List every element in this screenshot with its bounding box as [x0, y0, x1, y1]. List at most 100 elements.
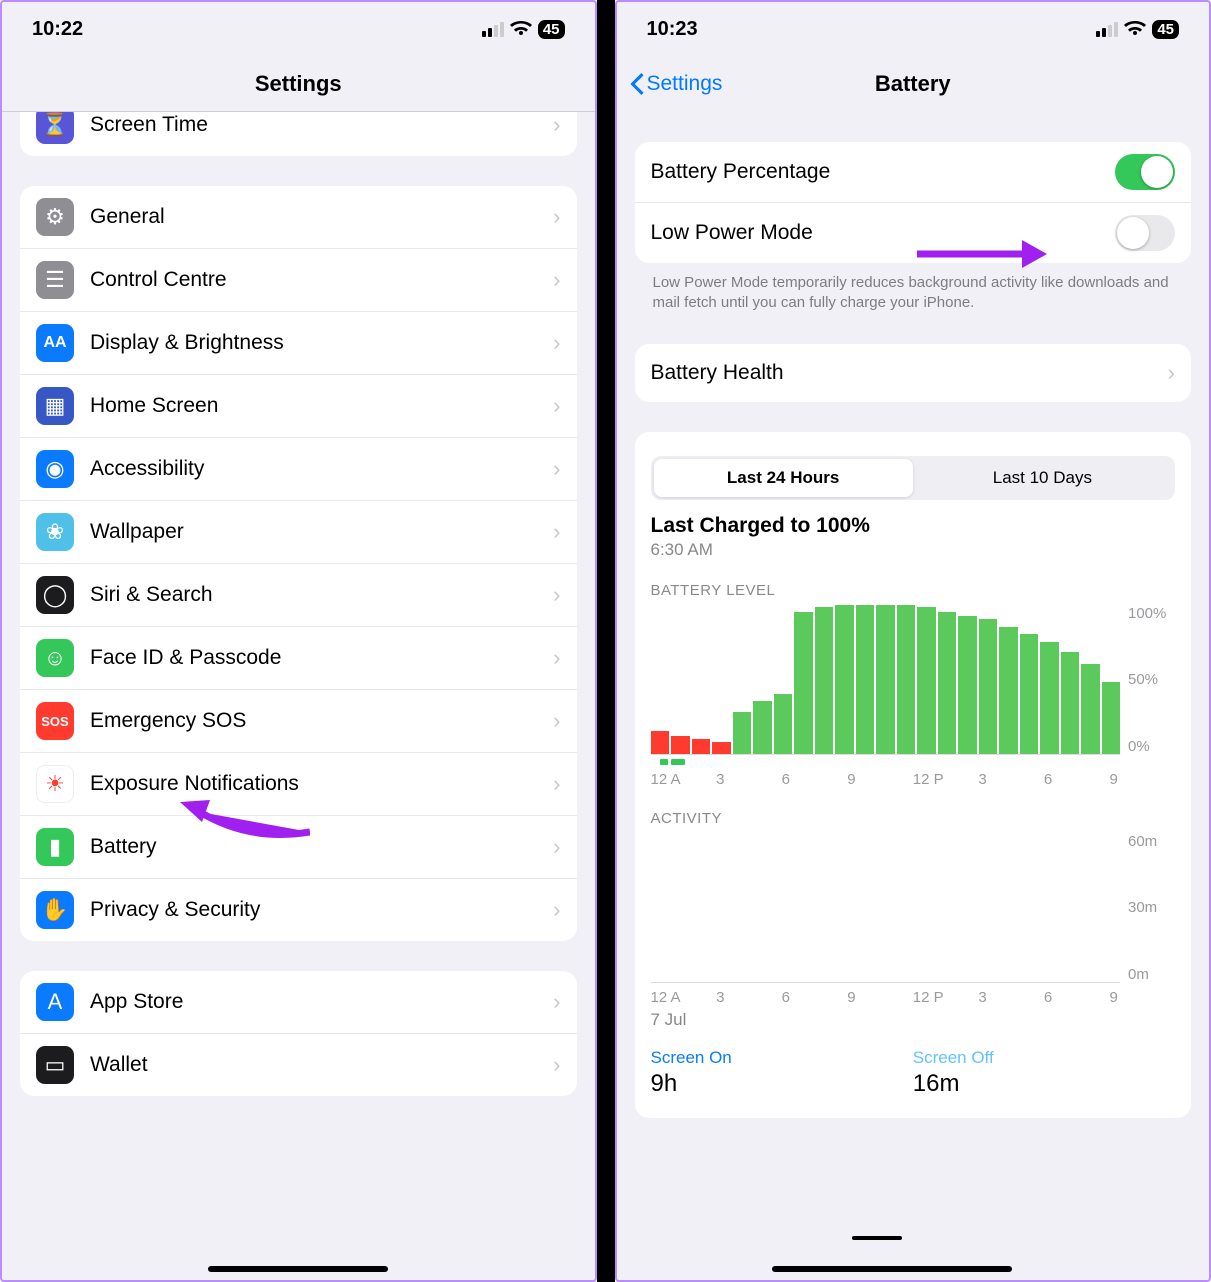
- low-power-footer: Low Power Mode temporarily reduces backg…: [635, 263, 1192, 314]
- charging-indicator-strip: [651, 759, 1176, 765]
- settings-label: Exposure Notifications: [90, 772, 553, 796]
- settings-label: General: [90, 205, 553, 229]
- settings-label: Wallet: [90, 1053, 553, 1077]
- usage-card: Last 24 Hours Last 10 Days Last Charged …: [635, 432, 1192, 1118]
- chevron-right-icon: ›: [553, 456, 560, 482]
- redaction-bar: [772, 1266, 1012, 1272]
- settings-item-home-screen[interactable]: ▦ Home Screen ›: [20, 375, 577, 438]
- chevron-right-icon: ›: [553, 897, 560, 923]
- settings-group-main: ⚙︎ General › ☰ Control Centre › AA Displ…: [20, 186, 577, 941]
- battery-icon: 45: [1152, 20, 1179, 39]
- settings-label: Accessibility: [90, 457, 553, 481]
- chevron-right-icon: ›: [553, 204, 560, 230]
- page-title: Settings: [255, 71, 342, 97]
- screen-off-label: Screen Off: [913, 1048, 1175, 1068]
- chevron-right-icon: ›: [553, 112, 560, 138]
- settings-label: Home Screen: [90, 394, 553, 418]
- screen-totals: Screen On 9h Screen Off 16m: [651, 1048, 1176, 1098]
- chevron-right-icon: ›: [553, 989, 560, 1015]
- time-range-segment: Last 24 Hours Last 10 Days: [651, 456, 1176, 500]
- screen-off-value: 16m: [913, 1070, 1175, 1098]
- low-power-mode-row: Low Power Mode: [635, 203, 1192, 263]
- segment-last-10d[interactable]: Last 10 Days: [913, 459, 1172, 497]
- battery-level-chart: 100%50%0%: [651, 605, 1176, 755]
- settings-item-general[interactable]: ⚙︎ General ›: [20, 186, 577, 249]
- settings-group-partial: ⏳ Screen Time ›: [20, 112, 577, 156]
- hourglass-icon: ⏳: [36, 112, 74, 144]
- aa-icon: AA: [36, 324, 74, 362]
- redaction-bar: [852, 1236, 902, 1240]
- settings-group-store: A App Store › ▭ Wallet ›: [20, 971, 577, 1096]
- settings-label: Emergency SOS: [90, 709, 553, 733]
- sos-icon: SOS: [36, 702, 74, 740]
- chevron-right-icon: ›: [553, 645, 560, 671]
- chevron-right-icon: ›: [553, 834, 560, 860]
- low-power-switch[interactable]: [1115, 215, 1175, 251]
- date-line: 7 Jul: [651, 1010, 1176, 1030]
- settings-item-face-id-passcode[interactable]: ☺︎ Face ID & Passcode ›: [20, 627, 577, 690]
- screenshot-settings-list: 10:22 45 Settings ⏳ Screen Time › ⚙︎ Gen…: [0, 0, 597, 1282]
- wallet-icon: ▭: [36, 1046, 74, 1084]
- settings-label: Siri & Search: [90, 583, 553, 607]
- chevron-right-icon: ›: [553, 519, 560, 545]
- battery-percentage-row: Battery Percentage: [635, 142, 1192, 203]
- back-label: Settings: [647, 72, 723, 96]
- last-charged-time: 6:30 AM: [651, 540, 1176, 560]
- gear-icon: ⚙︎: [36, 198, 74, 236]
- wifi-icon: [510, 21, 532, 37]
- battery-icon: ▮: [36, 828, 74, 866]
- chevron-right-icon: ›: [553, 393, 560, 419]
- settings-item-control-centre[interactable]: ☰ Control Centre ›: [20, 249, 577, 312]
- chevron-right-icon: ›: [553, 1052, 560, 1078]
- settings-item-app-store[interactable]: A App Store ›: [20, 971, 577, 1034]
- battery-health-row[interactable]: Battery Health ›: [635, 344, 1192, 402]
- settings-label: App Store: [90, 990, 553, 1014]
- battery-level-heading: BATTERY LEVEL: [651, 582, 1176, 599]
- chevron-right-icon: ›: [553, 708, 560, 734]
- screenshot-battery-detail: 10:23 45 Settings Battery Battery Percen…: [615, 0, 1211, 1282]
- exposure-icon: ☀︎: [36, 765, 74, 803]
- home-indicator: [208, 1266, 388, 1272]
- battery-percentage-switch[interactable]: [1115, 154, 1175, 190]
- activity-heading: ACTIVITY: [651, 810, 1176, 827]
- chevron-right-icon: ›: [553, 771, 560, 797]
- chevron-left-icon: [629, 73, 645, 95]
- settings-item-screen-time[interactable]: ⏳ Screen Time ›: [20, 112, 577, 156]
- settings-item-accessibility[interactable]: ◉ Accessibility ›: [20, 438, 577, 501]
- settings-label: Control Centre: [90, 268, 553, 292]
- face-icon: ☺︎: [36, 639, 74, 677]
- status-icons: 45: [1096, 20, 1179, 39]
- chevron-right-icon: ›: [1168, 360, 1175, 386]
- wifi-icon: [1124, 21, 1146, 37]
- settings-item-wallet[interactable]: ▭ Wallet ›: [20, 1034, 577, 1096]
- flower-icon: ❀: [36, 513, 74, 551]
- cellular-icon: [482, 22, 504, 37]
- cellular-icon: [1096, 22, 1118, 37]
- settings-label: Battery: [90, 835, 553, 859]
- person-icon: ◉: [36, 450, 74, 488]
- settings-label: Display & Brightness: [90, 331, 553, 355]
- segment-last-24h[interactable]: Last 24 Hours: [654, 459, 913, 497]
- hand-icon: ✋: [36, 891, 74, 929]
- battery-icon: 45: [538, 20, 565, 39]
- settings-item-wallpaper[interactable]: ❀ Wallpaper ›: [20, 501, 577, 564]
- settings-item-emergency-sos[interactable]: SOS Emergency SOS ›: [20, 690, 577, 753]
- screen-on-label: Screen On: [651, 1048, 913, 1068]
- screen-on-value: 9h: [651, 1070, 913, 1098]
- settings-item-siri-search[interactable]: ◯ Siri & Search ›: [20, 564, 577, 627]
- sliders-icon: ☰: [36, 261, 74, 299]
- nav-header: Settings: [2, 56, 595, 112]
- status-icons: 45: [482, 20, 565, 39]
- battery-health-label: Battery Health: [651, 361, 1168, 385]
- status-time: 10:22: [32, 18, 83, 41]
- status-time: 10:23: [647, 18, 698, 41]
- settings-item-exposure-notifications[interactable]: ☀︎ Exposure Notifications ›: [20, 753, 577, 816]
- settings-item-battery[interactable]: ▮ Battery ›: [20, 816, 577, 879]
- grid-icon: ▦: [36, 387, 74, 425]
- activity-chart: 60m30m0m: [651, 833, 1176, 983]
- settings-item-display-brightness[interactable]: AA Display & Brightness ›: [20, 312, 577, 375]
- back-button[interactable]: Settings: [629, 72, 723, 96]
- status-bar: 10:22 45: [2, 2, 595, 56]
- battery-toggles-group: Battery Percentage Low Power Mode: [635, 142, 1192, 263]
- settings-item-privacy-security[interactable]: ✋ Privacy & Security ›: [20, 879, 577, 941]
